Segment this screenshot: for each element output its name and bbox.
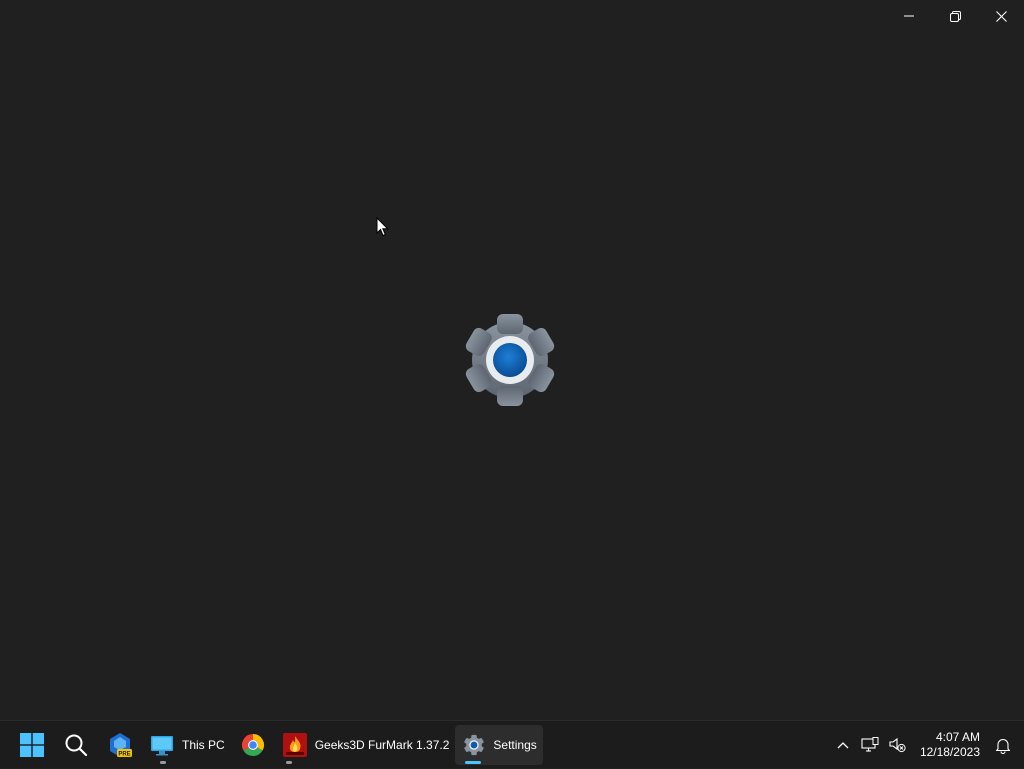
clock-date: 12/18/2023 [919, 745, 980, 759]
settings-gear-icon [464, 734, 485, 756]
taskbar: PRE This PC Geeks3D FurMark 1.37.2 Setti… [0, 720, 1024, 768]
edge-badge-label: PRE [118, 751, 130, 757]
network-icon [861, 737, 879, 752]
minimize-icon [904, 15, 914, 17]
notifications-button[interactable] [988, 725, 1018, 765]
start-button[interactable] [10, 725, 54, 765]
clock-time: 4:07 AM [935, 730, 980, 744]
close-button[interactable] [978, 0, 1024, 32]
taskbar-item-label: This PC [182, 738, 225, 752]
caption-buttons [886, 0, 1024, 32]
monitor-icon [151, 736, 173, 756]
show-hidden-icons-button[interactable] [830, 725, 856, 765]
edge-preview-icon: PRE [110, 733, 132, 757]
settings-gear-icon [465, 314, 555, 406]
furmark-icon [282, 733, 307, 757]
taskbar-clock[interactable]: 4:07 AM 12/18/2023 [910, 725, 988, 765]
search-button[interactable] [54, 725, 98, 765]
volume-button[interactable] [884, 725, 910, 765]
edge-preview-button[interactable]: PRE [98, 725, 142, 765]
chrome-icon [241, 734, 264, 757]
running-indicator [160, 761, 166, 764]
restore-button[interactable] [932, 0, 978, 32]
close-icon [995, 10, 1007, 22]
minimize-button[interactable] [886, 0, 932, 32]
taskbar-item-label: Geeks3D FurMark 1.37.2 [314, 738, 450, 752]
taskbar-item-settings[interactable]: Settings [455, 725, 543, 765]
taskbar-item-this-pc[interactable]: This PC [142, 725, 231, 765]
restore-icon [949, 10, 961, 22]
chevron-up-icon [837, 742, 849, 749]
settings-window [0, 0, 1024, 720]
bell-icon [995, 738, 1011, 754]
chrome-button[interactable] [231, 725, 275, 765]
search-icon [65, 734, 88, 757]
network-button[interactable] [856, 725, 884, 765]
taskbar-item-label: Settings [493, 738, 537, 752]
mouse-cursor [376, 217, 389, 237]
running-indicator [285, 761, 292, 764]
taskbar-item-furmark[interactable]: Geeks3D FurMark 1.37.2 [275, 725, 456, 765]
active-indicator [465, 761, 482, 764]
windows-start-icon [20, 733, 44, 757]
volume-muted-icon [889, 737, 906, 753]
